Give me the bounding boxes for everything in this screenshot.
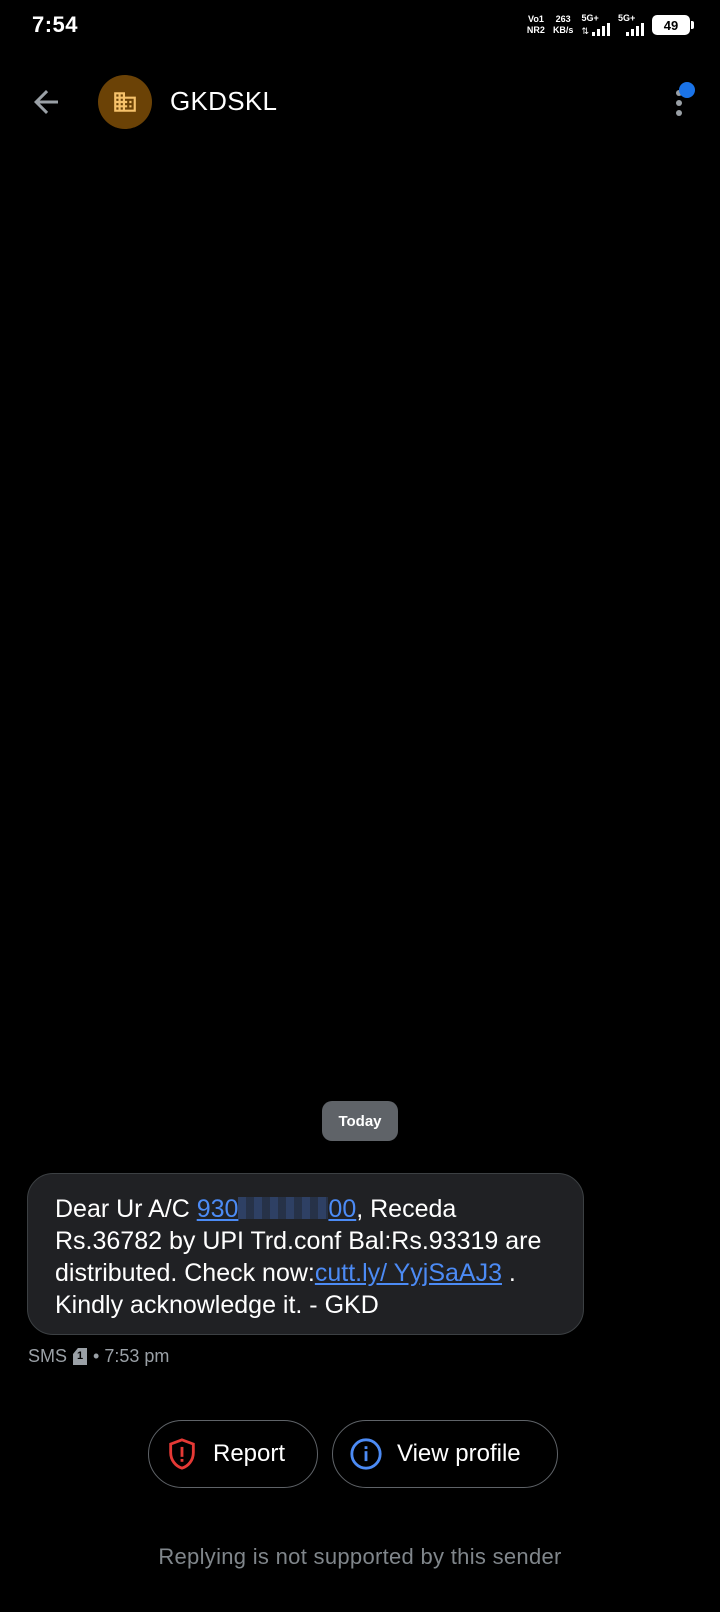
message-time: • 7:53 pm [93,1346,170,1366]
volte-bottom: NR2 [526,25,545,35]
volte-indicator: Vo1 NR2 [527,14,545,36]
message-text-part1: Dear Ur A/C [55,1195,197,1223]
view-profile-button[interactable]: View profile [332,1420,558,1488]
report-shield-icon [169,1438,195,1470]
business-building-icon [114,92,136,112]
report-label: Report [213,1440,286,1467]
status-time: 7:54 [32,12,79,37]
sim-card-icon: 1 [73,1348,88,1365]
contact-avatar[interactable] [98,75,152,129]
sim-slot: 1 [77,1350,84,1362]
report-button[interactable]: Report [148,1420,318,1488]
speed-unit: KB/s [552,25,574,35]
date-chip: Today [322,1101,398,1141]
sim2-label: 5G+ [618,13,636,23]
reply-not-supported-note: Replying is not supported by this sender [158,1544,562,1569]
conversation-header: GKDSKL [0,70,720,134]
volte-top: Vo1 [528,14,544,24]
messages-screen: 7:54 Vo1 NR2 263 KB/s 5G+ ⇅ 5G+ 49 GKDSK… [0,0,720,1612]
message-type: SMS [28,1346,68,1366]
status-icons: Vo1 NR2 263 KB/s 5G+ ⇅ 5G+ 49 [527,14,694,36]
back-button[interactable] [28,84,64,120]
more-options-button[interactable] [664,80,704,126]
notification-dot [679,82,695,98]
info-icon [350,1438,382,1470]
view-profile-label: View profile [397,1440,521,1467]
battery-level: 49 [663,17,679,33]
account-number-link[interactable]: 930 00 [197,1195,357,1223]
battery-icon: 49 [652,15,694,35]
sim1-label: 5G+ [581,13,599,23]
message-meta: SMS 1 • 7:53 pm [28,1346,169,1367]
network-speed: 263 KB/s [553,14,574,36]
status-bar: 7:54 Vo1 NR2 263 KB/s 5G+ ⇅ 5G+ 49 [0,0,720,54]
sim1-signal-icon: 5G+ ⇅ [581,14,610,36]
contact-name[interactable]: GKDSKL [170,86,277,117]
speed-value: 263 [555,14,571,24]
sim2-signal-icon: 5G+ [618,14,644,36]
arrow-back-icon [34,90,58,114]
message-url-link[interactable]: cutt.ly/ YyjSaAJ3 [315,1259,502,1287]
message-bubble[interactable]: Dear Ur A/C 930 00, Receda Rs.36782 by UP… [27,1173,584,1335]
redacted-digits [238,1197,329,1219]
